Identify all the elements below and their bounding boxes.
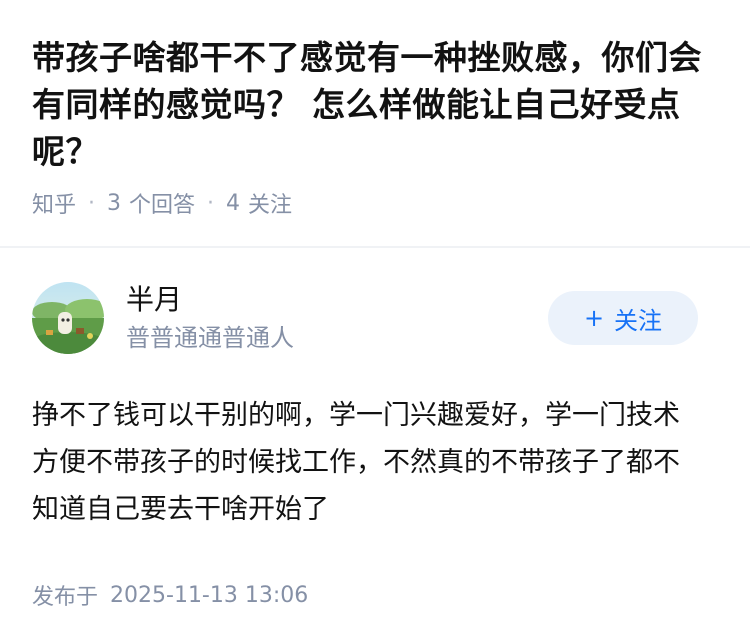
publish-info: 发布于 2025-11-13 13:06 [32,579,718,611]
meta-separator: · [88,190,96,216]
plus-icon: + [583,304,605,332]
follower-count-label: 关注 [248,193,293,218]
question-title[interactable]: 带孩子啥都干不了感觉有一种挫败感，你们会有同样的感觉吗？ 怎么样做能让自己好受点… [32,34,718,175]
author-bio: 普普通通普通人 [126,324,294,352]
follow-button-label: 关注 [614,306,663,335]
answer-count-label: 个回答 [129,193,196,218]
publish-time: 2025-11-13 13:06 [110,582,309,608]
source-label[interactable]: 知乎 [32,187,76,219]
question-meta: 知乎 · 3 个回答 · 4 关注 [32,187,718,219]
publish-label: 发布于 [32,585,99,610]
answer-count: 3 [107,190,122,216]
author-name[interactable]: 半月 [126,282,548,318]
author-info: 半月 普普通通普通人 [126,282,548,354]
answer-card: 半月 普普通通普通人 + 关注 挣不了钱可以干别的啊，学一门兴趣爱好，学一门技术… [0,248,750,611]
follower-count: 4 [226,190,241,216]
follow-button[interactable]: + 关注 [548,291,698,345]
avatar-image-icon[interactable] [32,282,104,354]
author-row: 半月 普普通通普通人 + 关注 [32,278,718,358]
question-header: 带孩子啥都干不了感觉有一种挫败感，你们会有同样的感觉吗？ 怎么样做能让自己好受点… [0,0,750,219]
meta-separator: · [207,190,215,216]
answer-content[interactable]: 挣不了钱可以干别的啊，学一门兴趣爱好，学一门技术方便不带孩子的时候找工作，不然真… [32,392,702,533]
